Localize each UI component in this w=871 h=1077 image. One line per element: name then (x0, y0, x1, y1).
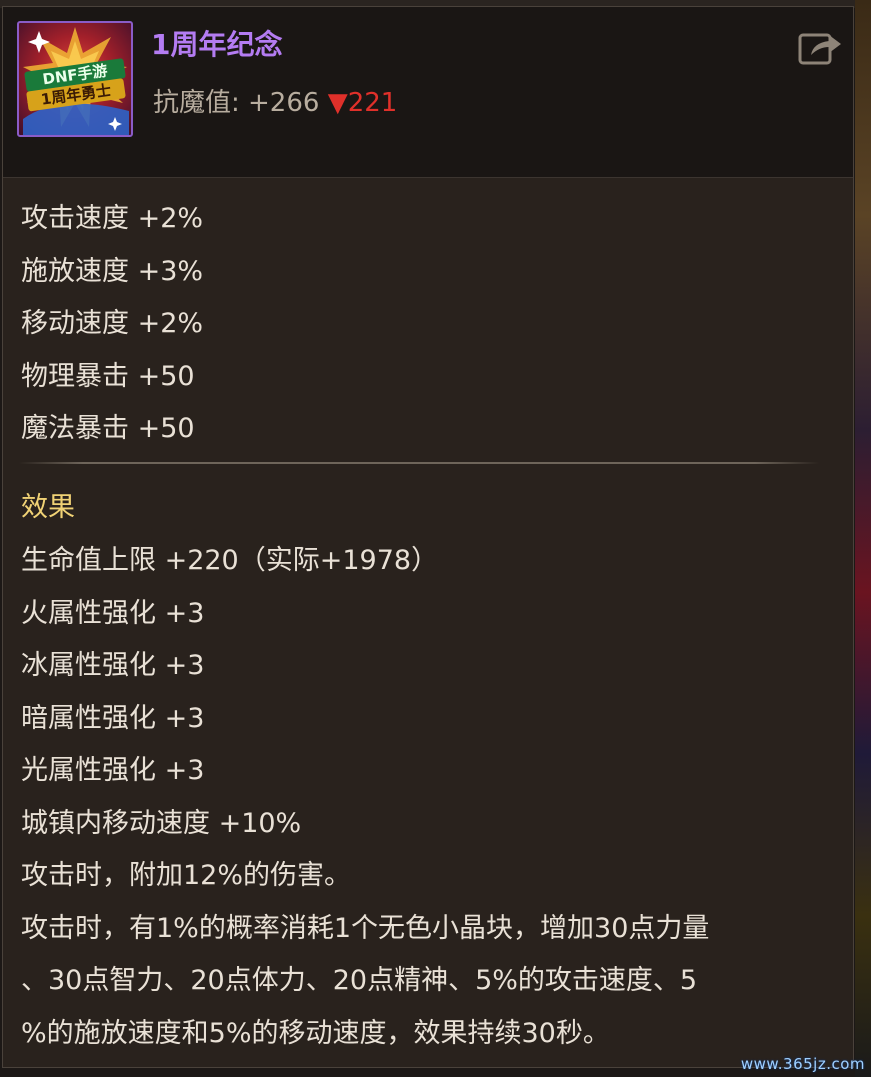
effect-line: 火属性强化 +3 (21, 597, 205, 629)
watermark: www.365jz.com (740, 1055, 865, 1073)
item-tooltip: DNF手游 1周年勇士 1周年纪念 抗魔值: +266 ▼221 攻击速度 +2… (2, 6, 854, 1068)
resistance-down-value: 221 (347, 88, 398, 118)
effects-header: 效果 (21, 492, 75, 523)
stat-cast-speed: 施放速度 +3% (21, 255, 204, 287)
effect-line: 、30点智力、20点体力、20点精神、5%的攻击速度、5 (21, 965, 698, 996)
game-background-strip (855, 0, 871, 1077)
resistance-label: 抗魔值: +266 (153, 88, 328, 118)
effect-line: 冰属性强化 +3 (21, 650, 205, 681)
share-icon[interactable] (797, 27, 843, 67)
section-divider (19, 462, 819, 464)
stat-magic-crit: 魔法暴击 +50 (21, 413, 195, 444)
stat-attack-speed: 攻击速度 +2% (21, 203, 204, 234)
effect-line: 攻击时，有1%的概率消耗1个无色小晶块，增加30点力量 (21, 912, 710, 944)
stat-move-speed: 移动速度 +2% (21, 308, 204, 339)
effect-line: %的施放速度和5%的移动速度，效果持续30秒。 (21, 1017, 610, 1049)
effect-line: 生命值上限 +220（实际+1978） (21, 545, 439, 576)
effect-line: 暗属性强化 +3 (21, 702, 205, 734)
basic-stats-list: 攻击速度 +2% 施放速度 +3% 移动速度 +2% 物理暴击 +50 魔法暴击… (21, 193, 841, 456)
item-title: 1周年纪念 (151, 28, 283, 61)
effect-line: 城镇内移动速度 +10% (21, 807, 302, 839)
stat-physical-crit: 物理暴击 +50 (21, 360, 195, 392)
effects-section: 效果 生命值上限 +220（实际+1978） 火属性强化 +3 冰属性强化 +3… (21, 481, 841, 1060)
resistance-stat: 抗魔值: +266 ▼221 (153, 85, 397, 121)
tooltip-header: DNF手游 1周年勇士 1周年纪念 抗魔值: +266 ▼221 (3, 7, 853, 178)
effect-line: 攻击时，附加12%的伤害。 (21, 860, 352, 891)
down-arrow-icon: ▼ (327, 88, 348, 118)
dnf-anniversary-badge-icon[interactable]: DNF手游 1周年勇士 (17, 21, 133, 137)
effect-line: 光属性强化 +3 (21, 755, 205, 786)
